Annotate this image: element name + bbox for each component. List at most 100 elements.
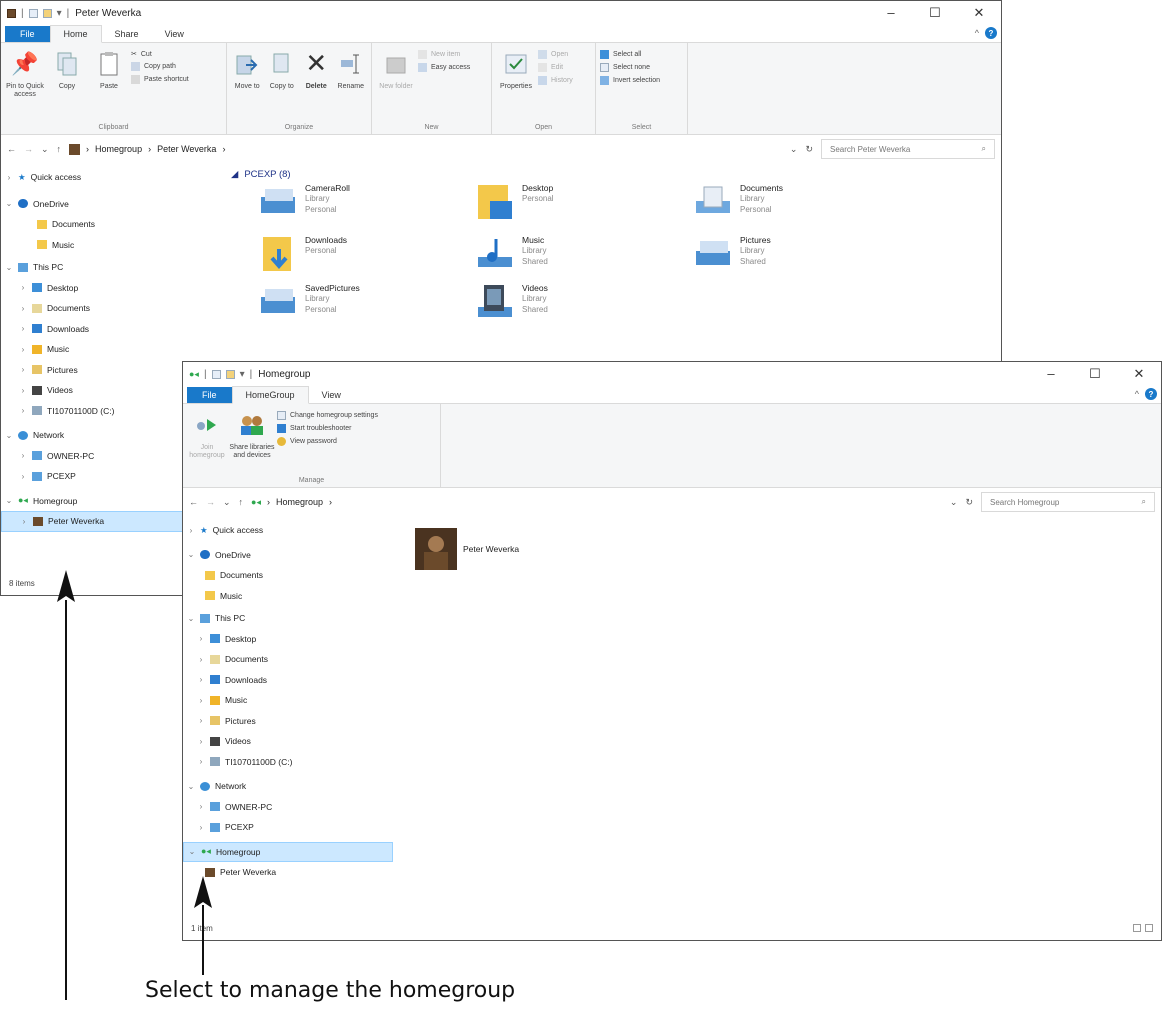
nav-drive-c[interactable]: › TI10701100D (C:) [183,752,393,773]
nav-videos[interactable]: › Videos [1,380,211,401]
forward-arrow-icon[interactable]: → [24,144,33,154]
nav-onedrive-music[interactable]: Music [1,235,211,256]
large-icons-view-icon[interactable] [1145,924,1153,932]
details-view-icon[interactable] [1133,924,1141,932]
nav-network[interactable]: ⌄ Network [1,425,211,446]
properties-button[interactable]: Properties [496,47,536,122]
paste-shortcut-button[interactable]: Paste shortcut [131,75,189,84]
join-homegroup-button[interactable]: Join homegroup [187,408,227,475]
nav-pcexp[interactable]: › PCEXP [183,817,393,838]
select-all-button[interactable]: Select all [600,50,660,59]
history-button[interactable]: History [538,76,573,85]
nav-pictures[interactable]: › Pictures [1,360,211,381]
nav-peter-weverka[interactable]: › Peter Weverka [1,511,211,532]
rename-button[interactable]: Rename [335,47,368,122]
breadcrumb[interactable]: › Homegroup › Peter Weverka › [69,143,225,155]
new-folder-button[interactable]: New folder [376,47,416,122]
group-header[interactable]: ◢ PCEXP (8) [231,169,1001,180]
cut-button[interactable]: ✂ Cut [131,50,189,59]
edit-button[interactable]: Edit [538,63,573,72]
nav-downloads[interactable]: › Downloads [183,670,393,691]
new-folder-icon[interactable] [225,369,235,379]
nav-this-pc[interactable]: ⌄ This PC [1,257,211,278]
tab-share[interactable]: Share [102,26,152,42]
nav-owner-pc[interactable]: › OWNER-PC [183,797,393,818]
refresh-icon[interactable]: ↻ [965,497,973,508]
recent-dropdown-icon[interactable]: ⌄ [41,144,49,155]
easy-access-button[interactable]: Easy access [418,63,470,72]
start-troubleshooter-button[interactable]: Start troubleshooter [277,424,378,433]
nav-homegroup[interactable]: ⌄ ●◂ Homegroup [183,841,393,862]
breadcrumb-homegroup[interactable]: Homegroup [95,144,142,154]
nav-this-pc[interactable]: ⌄ This PC [183,608,393,629]
library-item[interactable]: CameraRoll Library Personal [259,183,350,221]
nav-drive-c[interactable]: › TI10701100D (C:) [1,401,211,422]
nav-videos[interactable]: › Videos [183,731,393,752]
homegroup-member[interactable]: Peter Weverka [415,528,519,570]
copy-button[interactable]: Copy [47,47,87,122]
nav-onedrive-documents[interactable]: Documents [183,565,393,586]
library-item[interactable]: Music Library Shared [476,235,548,273]
nav-homegroup[interactable]: ⌄ ●◂ Homegroup [1,491,211,512]
library-item[interactable]: SavedPictures Library Personal [259,283,360,321]
tab-view[interactable]: View [152,26,197,42]
nav-downloads[interactable]: › Downloads [1,319,211,340]
breadcrumb-peter-weverka[interactable]: Peter Weverka [157,144,216,154]
tab-file[interactable]: File [187,387,232,403]
refresh-icon[interactable]: ↻ [805,144,813,155]
search-input[interactable]: Search Homegroup ⌕ [981,492,1155,512]
library-item[interactable]: Desktop Personal [476,183,554,221]
back-arrow-icon[interactable]: ← [7,144,16,154]
library-item[interactable]: Videos Library Shared [476,283,548,321]
address-dropdown-icon[interactable]: ⌄ [790,144,798,155]
nav-desktop[interactable]: › Desktop [1,278,211,299]
nav-network[interactable]: ⌄ Network [183,776,393,797]
nav-owner-pc[interactable]: › OWNER-PC [1,446,211,467]
nav-pcexp[interactable]: › PCEXP [1,466,211,487]
breadcrumb-homegroup[interactable]: Homegroup [276,497,323,507]
view-password-button[interactable]: View password [277,437,378,446]
properties-icon[interactable] [28,8,38,18]
library-item[interactable]: Downloads Personal [259,235,347,273]
new-item-button[interactable]: New item [418,50,470,59]
tab-view[interactable]: View [309,387,354,403]
paste-button[interactable]: Paste [89,47,129,122]
new-folder-icon[interactable] [42,8,52,18]
tab-homegroup[interactable]: HomeGroup [231,386,309,404]
copy-path-button[interactable]: Copy path [131,62,189,71]
nav-music[interactable]: › Music [183,690,393,711]
breadcrumb[interactable]: ●◂ › Homegroup › [251,497,332,508]
collapse-ribbon-icon[interactable]: ^ [1135,389,1139,399]
close-button[interactable]: ✕ [1117,366,1161,382]
back-arrow-icon[interactable]: ← [189,497,198,507]
customize-dropdown-icon[interactable]: ▾ [240,369,245,380]
nav-desktop[interactable]: › Desktop [183,629,393,650]
nav-quick-access[interactable]: › ★ Quick access [1,167,211,188]
move-to-button[interactable]: Move to [231,47,264,122]
nav-quick-access[interactable]: › ★ Quick access [183,520,393,541]
nav-documents[interactable]: › Documents [1,298,211,319]
nav-onedrive[interactable]: ⌄ OneDrive [183,545,393,566]
change-homegroup-settings-button[interactable]: Change homegroup settings [277,411,378,420]
select-none-button[interactable]: Select none [600,63,660,72]
close-button[interactable]: ✕ [957,5,1001,21]
maximize-button[interactable]: ☐ [1073,366,1117,382]
up-arrow-icon[interactable]: ↑ [57,144,62,154]
help-icon[interactable]: ? [985,27,997,39]
library-item[interactable]: Pictures Library Shared [694,235,771,273]
recent-dropdown-icon[interactable]: ⌄ [223,497,231,508]
up-arrow-icon[interactable]: ↑ [239,497,244,507]
nav-peter-weverka[interactable]: Peter Weverka [183,862,393,883]
tab-home[interactable]: Home [49,25,102,43]
delete-button[interactable]: ✕ Delete [300,47,333,122]
help-icon[interactable]: ? [1145,388,1157,400]
nav-pictures[interactable]: › Pictures [183,711,393,732]
tab-file[interactable]: File [5,26,50,42]
nav-onedrive[interactable]: ⌄ OneDrive [1,194,211,215]
properties-icon[interactable] [211,369,221,379]
customize-dropdown-icon[interactable]: ▾ [57,8,62,19]
copy-to-button[interactable]: Copy to [266,47,299,122]
invert-selection-button[interactable]: Invert selection [600,76,660,85]
forward-arrow-icon[interactable]: → [206,497,215,507]
library-item[interactable]: Documents Library Personal [694,183,783,221]
